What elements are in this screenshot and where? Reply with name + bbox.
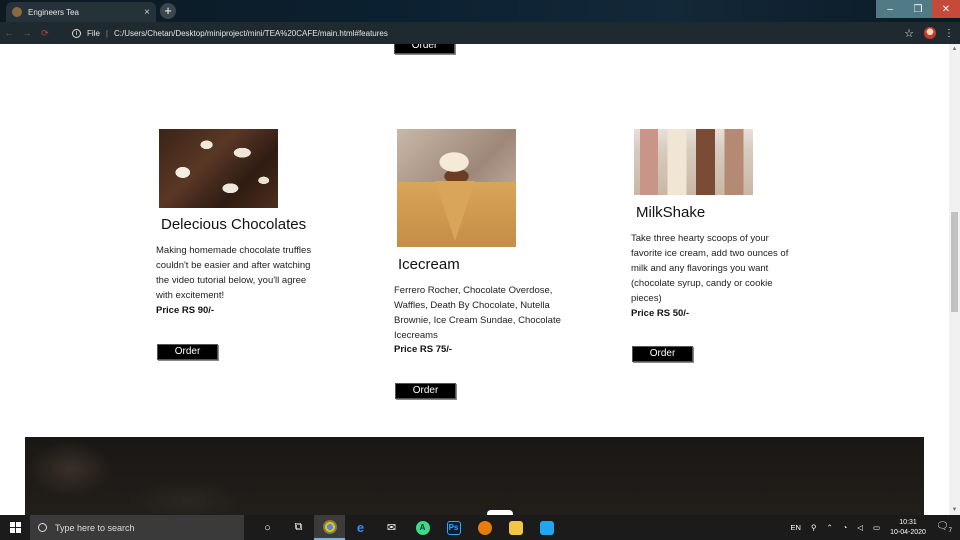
card-title: MilkShake: [636, 204, 706, 221]
battery-icon[interactable]: ▭: [873, 523, 880, 532]
system-tray: EN ⚲ ⌃ ◔ ◁ ▭ 10:31 10-04-2020 🗨7: [791, 518, 960, 538]
back-button[interactable]: ←: [0, 28, 18, 38]
order-button[interactable]: Order: [632, 346, 693, 362]
card-title: Icecream: [398, 256, 460, 273]
tab-close-icon[interactable]: ×: [144, 7, 150, 18]
profile-avatar[interactable]: [924, 27, 936, 39]
order-button[interactable]: Order: [157, 344, 218, 360]
new-tab-button[interactable]: +: [160, 3, 176, 19]
cortana-icon[interactable]: ○: [252, 515, 283, 540]
chevron-up-icon[interactable]: ⌃: [826, 523, 832, 532]
windows-logo-icon: [9, 522, 21, 533]
card-title: Delecious Chocolates: [161, 216, 307, 233]
blender-icon[interactable]: [469, 515, 500, 540]
order-button[interactable]: Order: [395, 383, 456, 399]
file-label: File: [87, 28, 100, 38]
browser-titlebar: Engineers Tea × + – ❐ ✕: [0, 0, 960, 22]
browser-menu-icon[interactable]: ⋮: [944, 28, 954, 39]
footer-section: [25, 437, 924, 515]
taskbar-apps: ○ ⧉ e ✉ A Ps: [252, 515, 562, 540]
reload-button[interactable]: ⟳: [36, 28, 54, 39]
vscode-icon[interactable]: [531, 515, 562, 540]
search-icon: [38, 523, 47, 532]
card-description: Ferrero Rocher, Chocolate Overdose, Waff…: [394, 285, 561, 341]
tab-favicon-icon: [12, 7, 22, 17]
notification-count: 7: [948, 528, 952, 534]
card-price: Price RS 75/-: [394, 344, 453, 355]
order-button[interactable]: Order: [394, 44, 455, 54]
milkshake-image: [634, 129, 753, 195]
bookmark-star-icon[interactable]: ☆: [902, 27, 916, 40]
clock-date: 10-04-2020: [890, 528, 926, 536]
chrome-icon[interactable]: [314, 515, 345, 540]
icecream-image: [397, 129, 516, 247]
window-controls: – ❐ ✕: [876, 0, 960, 18]
people-icon[interactable]: ⚲: [811, 523, 817, 532]
scroll-thumb[interactable]: [951, 212, 958, 312]
tab-title: Engineers Tea: [28, 7, 79, 17]
forward-button[interactable]: →: [18, 28, 36, 38]
site-info-icon[interactable]: i: [72, 28, 81, 38]
minimize-button[interactable]: –: [876, 0, 904, 18]
photoshop-icon[interactable]: Ps: [438, 515, 469, 540]
start-button[interactable]: [0, 515, 30, 540]
restore-button[interactable]: ❐: [904, 0, 932, 18]
language-indicator[interactable]: EN: [791, 523, 801, 532]
address-bar: ← → ⟳ i File | C:/Users/Chetan/Desktop/m…: [0, 22, 960, 44]
task-view-icon[interactable]: ⧉: [283, 515, 314, 540]
browser-tab[interactable]: Engineers Tea ×: [6, 2, 156, 22]
chocolate-image: [159, 129, 278, 208]
mail-icon[interactable]: ✉: [376, 515, 407, 540]
url-field[interactable]: C:/Users/Chetan/Desktop/miniproject/mini…: [114, 29, 902, 38]
card-description: Take three hearty scoops of your favorit…: [631, 233, 789, 304]
notification-icon[interactable]: 🗨7: [936, 521, 952, 534]
file-explorer-icon[interactable]: [500, 515, 531, 540]
search-placeholder: Type here to search: [55, 522, 135, 533]
address-separator: |: [105, 28, 108, 38]
taskbar-search[interactable]: Type here to search: [30, 515, 244, 540]
clock[interactable]: 10:31 10-04-2020: [890, 518, 926, 538]
scroll-down-icon[interactable]: ▼: [949, 505, 960, 515]
android-studio-icon[interactable]: A: [407, 515, 438, 540]
card-price: Price RS 50/-: [631, 308, 690, 319]
windows-taskbar: Type here to search ○ ⧉ e ✉ A Ps EN ⚲ ⌃ …: [0, 515, 960, 540]
scroll-up-icon[interactable]: ▲: [949, 44, 960, 54]
page-viewport: Order Delecious Chocolates Making homema…: [0, 44, 949, 515]
volume-icon[interactable]: ◁: [857, 523, 863, 532]
edge-icon[interactable]: e: [345, 515, 376, 540]
close-window-button[interactable]: ✕: [932, 0, 960, 18]
card-description: Making homemade chocolate truffles could…: [156, 245, 312, 301]
card-price: Price RS 90/-: [156, 305, 215, 316]
wifi-icon[interactable]: ◔: [843, 523, 848, 532]
clock-time: 10:31: [899, 518, 917, 526]
page-scrollbar[interactable]: ▲ ▼: [949, 44, 960, 515]
